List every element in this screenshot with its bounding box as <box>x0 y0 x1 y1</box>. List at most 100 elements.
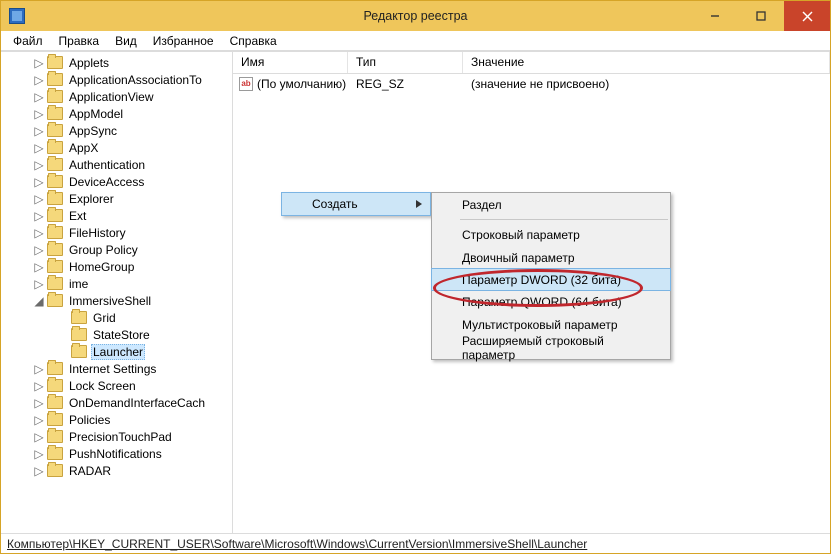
titlebar[interactable]: Редактор реестра <box>1 1 830 31</box>
tree-item-label: Group Policy <box>67 243 140 257</box>
tree-item[interactable]: StateStore <box>5 326 232 343</box>
tree-item[interactable]: ▷AppModel <box>5 105 232 122</box>
tree-item[interactable]: Launcher <box>5 343 232 360</box>
tree-expand-open-icon[interactable]: ◢ <box>33 295 45 307</box>
create-submenu[interactable]: Раздел Строковый параметр Двоичный парам… <box>431 192 671 360</box>
tree-item-label: AppX <box>67 141 100 155</box>
status-path: Компьютер\HKEY_CURRENT_USER\Software\Mic… <box>7 537 587 551</box>
folder-icon <box>47 107 63 120</box>
tree-item-label: Internet Settings <box>67 362 158 376</box>
folder-icon <box>47 90 63 103</box>
tree-expand-closed-icon[interactable]: ▷ <box>33 193 45 205</box>
tree-item[interactable]: ▷ AppX <box>5 139 232 156</box>
tree-expand-closed-icon[interactable]: ▷ <box>33 363 45 375</box>
tree-expand-closed-icon[interactable]: ▷ <box>33 261 45 273</box>
tree-item-label: AppSync <box>67 124 119 138</box>
tree-expand-closed-icon[interactable]: ▷ <box>33 108 45 120</box>
folder-icon <box>47 277 63 290</box>
tree-item[interactable]: ▷ApplicationView <box>5 88 232 105</box>
context-menu[interactable]: Создать <box>281 192 431 216</box>
tree-expand-closed-icon[interactable]: ▷ <box>33 380 45 392</box>
tree-expand-closed-icon[interactable]: ▷ <box>33 431 45 443</box>
menu-edit[interactable]: Правка <box>51 32 108 50</box>
menu-item-binary[interactable]: Двоичный параметр <box>432 246 670 269</box>
tree-item[interactable]: ▷Policies <box>5 411 232 428</box>
tree-item-label: Grid <box>91 311 118 325</box>
col-name[interactable]: Имя <box>233 52 348 73</box>
tree-item-label: FileHistory <box>67 226 128 240</box>
tree-expand-closed-icon[interactable]: ▷ <box>33 448 45 460</box>
tree-expand-closed-icon[interactable]: ▷ <box>33 227 45 239</box>
tree-expand-none <box>57 346 69 358</box>
menu-item-expandstring[interactable]: Расширяемый строковый параметр <box>432 336 670 359</box>
tree-item[interactable]: ▷ AppSync <box>5 122 232 139</box>
tree-expand-closed-icon[interactable]: ▷ <box>33 142 45 154</box>
tree-expand-closed-icon[interactable]: ▷ <box>33 244 45 256</box>
menu-file[interactable]: Файл <box>5 32 51 50</box>
tree-item[interactable]: ▷ Internet Settings <box>5 360 232 377</box>
tree-item[interactable]: ▷Authentication <box>5 156 232 173</box>
menu-item-create[interactable]: Создать <box>281 192 431 216</box>
tree-item[interactable]: ◢ImmersiveShell <box>5 292 232 309</box>
value-name: (По умолчанию) <box>257 77 346 91</box>
tree-expand-closed-icon[interactable]: ▷ <box>33 91 45 103</box>
tree-item-label: ApplicationAssociationTo <box>67 73 204 87</box>
folder-icon <box>47 56 63 69</box>
registry-tree[interactable]: ▷Applets▷ApplicationAssociationTo▷Applic… <box>1 52 233 533</box>
tree-expand-closed-icon[interactable]: ▷ <box>33 57 45 69</box>
tree-item[interactable]: ▷ OnDemandInterfaceCach <box>5 394 232 411</box>
maximize-button[interactable] <box>738 1 784 31</box>
tree-item[interactable]: ▷ RADAR <box>5 462 232 479</box>
tree-item[interactable]: ▷Lock Screen <box>5 377 232 394</box>
tree-expand-closed-icon[interactable]: ▷ <box>33 74 45 86</box>
columns-header: Имя Тип Значение <box>233 52 830 74</box>
tree-item-label: Ext <box>67 209 88 223</box>
col-value[interactable]: Значение <box>463 52 830 73</box>
tree-item[interactable]: Grid <box>5 309 232 326</box>
tree-item[interactable]: ▷Explorer <box>5 190 232 207</box>
tree-item[interactable]: ▷ HomeGroup <box>5 258 232 275</box>
menu-separator <box>460 219 668 220</box>
tree-item[interactable]: ▷ ApplicationAssociationTo <box>5 71 232 88</box>
menu-help[interactable]: Справка <box>222 32 285 50</box>
tree-expand-none <box>57 312 69 324</box>
folder-icon <box>47 175 63 188</box>
tree-item-label: PushNotifications <box>67 447 164 461</box>
tree-item[interactable]: ▷ Ext <box>5 207 232 224</box>
menu-item-string[interactable]: Строковый параметр <box>432 223 670 246</box>
folder-icon <box>71 311 87 324</box>
tree-item[interactable]: ▷Applets <box>5 54 232 71</box>
tree-expand-closed-icon[interactable]: ▷ <box>33 465 45 477</box>
tree-item-label: HomeGroup <box>67 260 136 274</box>
minimize-button[interactable] <box>692 1 738 31</box>
tree-expand-closed-icon[interactable]: ▷ <box>33 414 45 426</box>
folder-icon <box>47 294 63 307</box>
menu-fav[interactable]: Избранное <box>145 32 222 50</box>
folder-icon <box>47 124 63 137</box>
tree-expand-closed-icon[interactable]: ▷ <box>33 176 45 188</box>
tree-item[interactable]: ▷ PushNotifications <box>5 445 232 462</box>
folder-icon <box>47 362 63 375</box>
col-type[interactable]: Тип <box>348 52 463 73</box>
folder-icon <box>47 73 63 86</box>
tree-expand-closed-icon[interactable]: ▷ <box>33 210 45 222</box>
tree-item[interactable]: ▷ Group Policy <box>5 241 232 258</box>
close-button[interactable] <box>784 1 830 31</box>
tree-item[interactable]: ▷ime <box>5 275 232 292</box>
tree-item-label: OnDemandInterfaceCach <box>67 396 207 410</box>
tree-item-label: RADAR <box>67 464 113 478</box>
menu-item-dword[interactable]: Параметр DWORD (32 бита) <box>431 268 671 291</box>
tree-expand-closed-icon[interactable]: ▷ <box>33 397 45 409</box>
folder-icon <box>47 260 63 273</box>
value-row[interactable]: ab (По умолчанию) REG_SZ (значение не пр… <box>233 74 830 94</box>
tree-item[interactable]: ▷PrecisionTouchPad <box>5 428 232 445</box>
tree-item[interactable]: ▷ DeviceAccess <box>5 173 232 190</box>
menu-item-qword[interactable]: Параметр QWORD (64 бита) <box>432 290 670 313</box>
tree-expand-closed-icon[interactable]: ▷ <box>33 278 45 290</box>
tree-item-label: DeviceAccess <box>67 175 146 189</box>
menu-item-key[interactable]: Раздел <box>432 193 670 216</box>
tree-expand-closed-icon[interactable]: ▷ <box>33 159 45 171</box>
tree-item[interactable]: ▷ FileHistory <box>5 224 232 241</box>
menu-view[interactable]: Вид <box>107 32 145 50</box>
tree-expand-closed-icon[interactable]: ▷ <box>33 125 45 137</box>
